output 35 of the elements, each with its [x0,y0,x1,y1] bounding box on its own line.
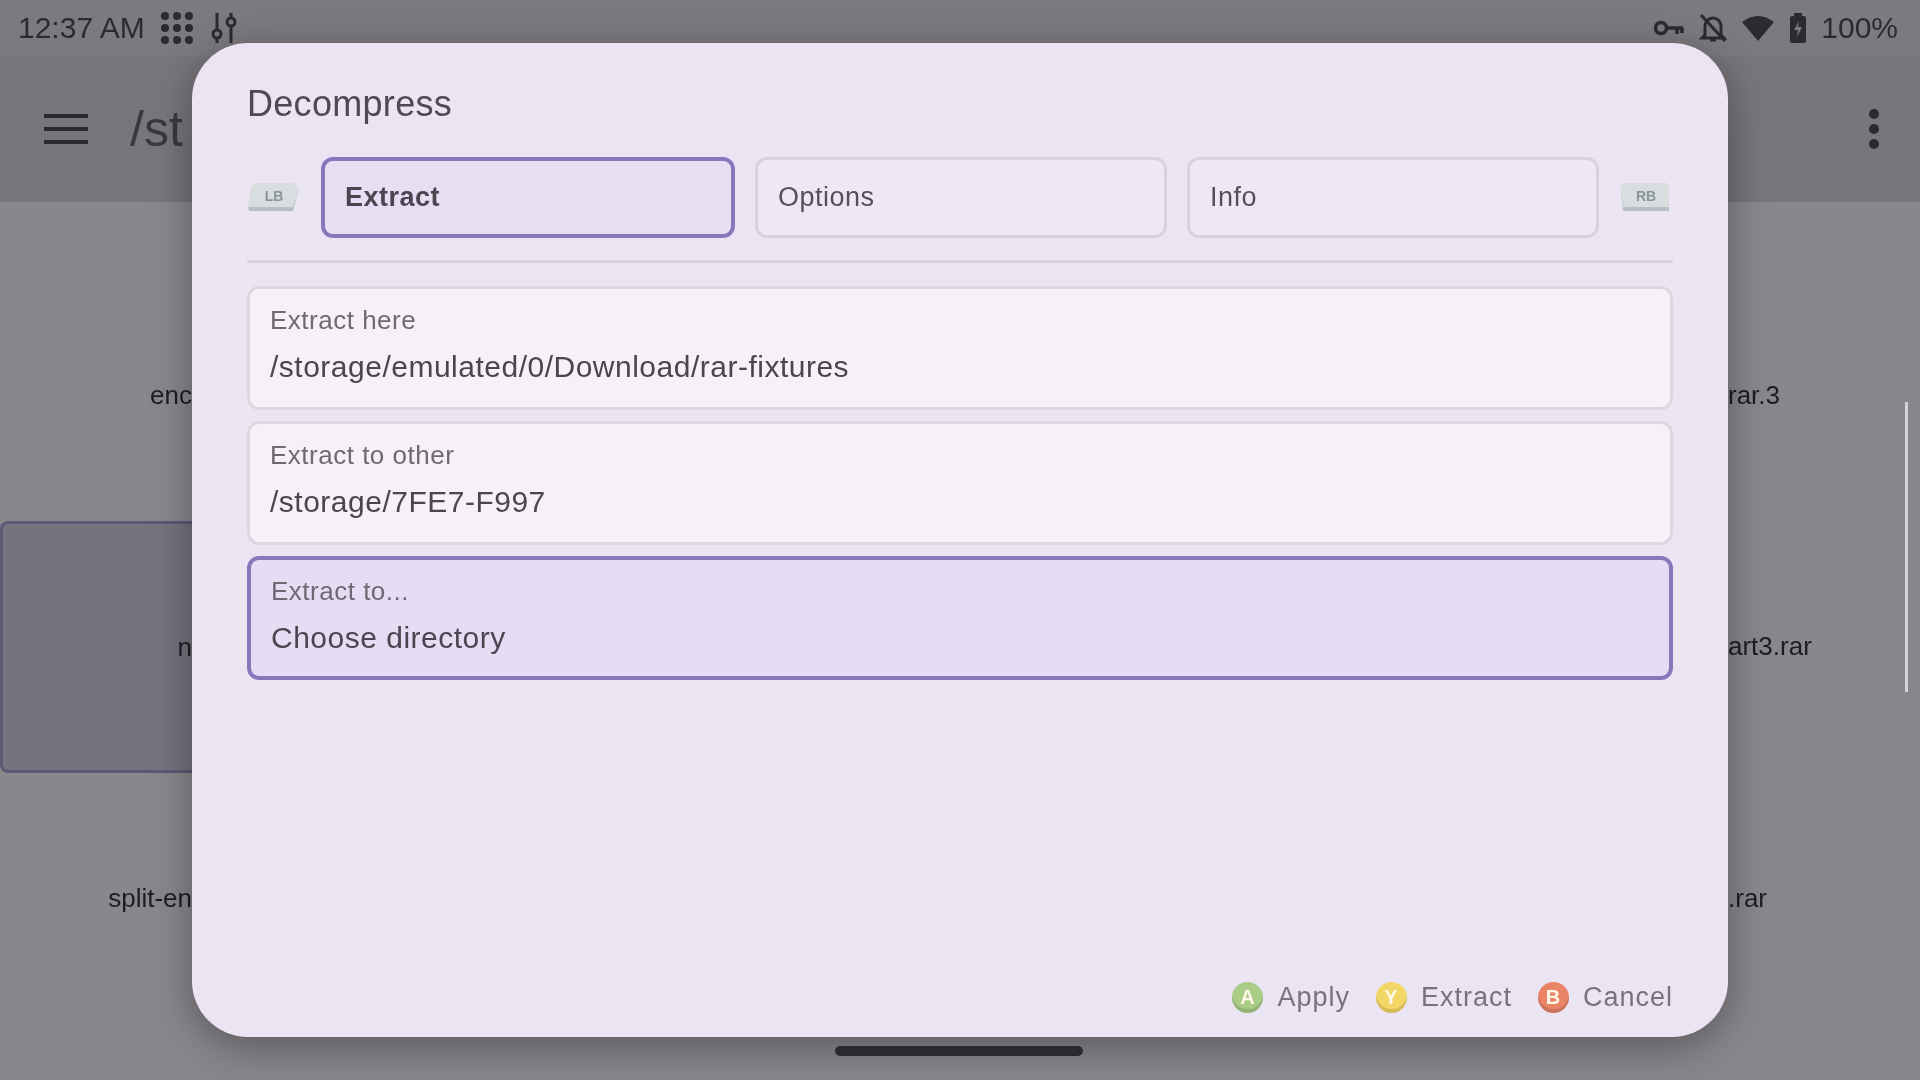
controller-key-icon: Y [1375,982,1407,1013]
extract-option[interactable]: Extract to... Choose directory [247,556,1673,680]
option-path: /storage/7FE7-F997 [270,485,547,519]
file-name: .rar [1728,882,1767,914]
file-name: split-en [108,882,192,914]
bell-off-icon [1699,13,1728,43]
extract-option[interactable]: Extract here /storage/emulated/0/Download/rar-fixtures [247,286,1673,410]
dialog-title: Decompress [247,83,454,125]
controller-key-icon: B [1537,982,1569,1013]
option-path: Choose directory [271,621,507,655]
menu-icon[interactable] [44,114,88,144]
action-button[interactable]: Y Extract [1375,982,1512,1013]
option-label: Extract to other [270,440,456,471]
file-name: art3.rar [1728,631,1812,663]
tab[interactable]: Info [1187,157,1599,238]
extract-option[interactable]: Extract to other /storage/7FE7-F997 [247,421,1673,545]
controller-key-icon: A [1232,982,1264,1013]
battery-icon [1789,13,1808,43]
path-title: /st [130,100,183,158]
file-name: n [177,631,192,663]
option-label: Extract here [270,305,418,336]
battery-percentage: 100% [1821,11,1898,45]
clock-time: 12:37 AM [18,11,145,45]
option-path: /storage/emulated/0/Download/rar-fixtures [270,350,851,384]
file-name: rar.3 [1728,380,1781,412]
wifi-icon [1741,14,1776,42]
action-button[interactable]: B Cancel [1537,982,1673,1013]
key-icon [1653,18,1686,38]
file-name: enc [150,380,192,412]
app-grid-icon [158,10,195,46]
tab[interactable]: Extract [321,157,735,238]
more-options-icon[interactable] [1868,109,1880,149]
action-button[interactable]: A Apply [1232,982,1350,1013]
option-label: Extract to... [271,576,410,607]
tab[interactable]: Options [755,157,1167,238]
